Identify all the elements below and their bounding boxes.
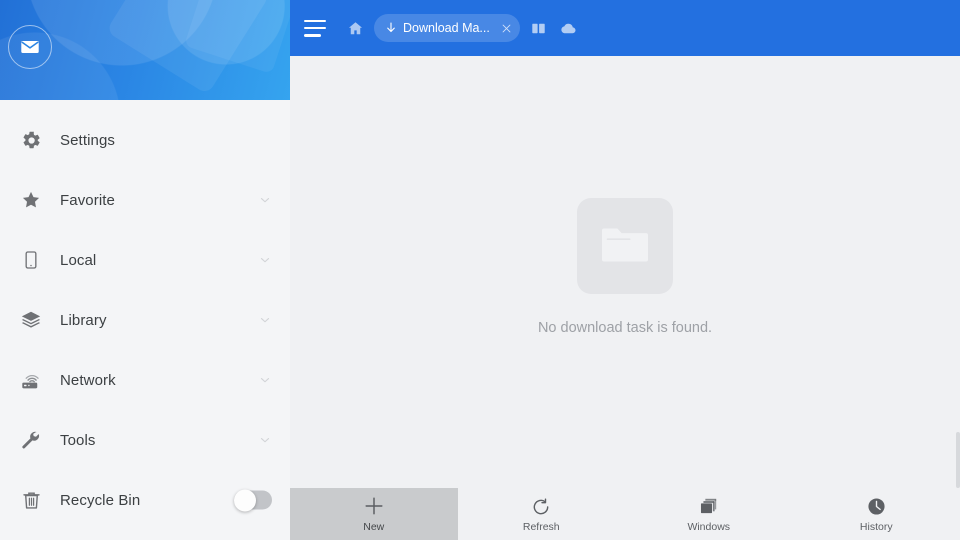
home-icon[interactable]: [342, 15, 368, 41]
sidebar-item-favorite[interactable]: Favorite: [0, 170, 290, 230]
sidebar-item-library[interactable]: Library: [0, 290, 290, 350]
top-toolbar: Download Ma...: [290, 0, 960, 56]
plus-icon: [363, 495, 385, 517]
router-icon: [17, 366, 45, 394]
new-button[interactable]: New: [290, 488, 458, 540]
toggle-knob: [234, 489, 256, 511]
empty-state-icon-box: [577, 198, 673, 294]
button-label: Windows: [687, 521, 731, 533]
history-button[interactable]: History: [793, 488, 960, 540]
sidebar-item-label: Favorite: [60, 191, 115, 209]
chevron-down-icon[interactable]: [258, 193, 272, 207]
sidebar-item-tools[interactable]: Tools: [0, 410, 290, 470]
hamburger-menu-icon[interactable]: [304, 19, 326, 37]
sidebar-item-label: Library: [60, 311, 107, 329]
empty-state-message: No download task is found.: [537, 320, 713, 336]
bottom-toolbar: New Refresh Windows History: [290, 488, 960, 540]
clock-icon: [866, 495, 887, 517]
sidebar-item-label: Local: [60, 251, 97, 269]
hamburger-line: [304, 26, 326, 30]
folder-icon: [602, 228, 648, 262]
sidebar-header: [0, 0, 290, 100]
chevron-down-icon[interactable]: [258, 253, 272, 267]
sidebar-item-recycle-bin[interactable]: Recycle Bin: [0, 470, 290, 530]
sidebar-item-network[interactable]: Network: [0, 350, 290, 410]
sidebar-item-label: Recycle Bin: [60, 491, 141, 509]
sidebar-item-settings[interactable]: Settings: [0, 110, 290, 170]
download-arrow-icon: [387, 22, 395, 33]
browser-tab[interactable]: Download Ma...: [374, 14, 520, 42]
recycle-bin-toggle[interactable]: [234, 489, 272, 511]
sidebar-item-label: Network: [60, 371, 116, 389]
mail-icon: [21, 41, 39, 53]
windows-split-icon[interactable]: [528, 17, 550, 39]
hamburger-line: [304, 19, 326, 22]
windows-icon: [698, 495, 719, 517]
hamburger-line: [304, 34, 321, 37]
main-content: No download task is found.: [290, 56, 960, 488]
phone-icon: [17, 246, 45, 274]
wrench-icon: [17, 426, 45, 454]
chevron-down-icon[interactable]: [258, 313, 272, 327]
close-icon[interactable]: [498, 19, 516, 37]
sidebar-item-local[interactable]: Local: [0, 230, 290, 290]
sidebar: Settings Favorite Local Library Network …: [0, 0, 290, 540]
avatar[interactable]: [8, 25, 52, 69]
button-label: History: [859, 521, 893, 533]
sidebar-nav-list: Settings Favorite Local Library Network …: [0, 100, 290, 530]
trash-icon: [17, 486, 45, 514]
sidebar-item-label: Tools: [60, 431, 96, 449]
refresh-button[interactable]: Refresh: [458, 488, 626, 540]
chevron-down-icon[interactable]: [258, 373, 272, 387]
star-icon: [17, 186, 45, 214]
windows-button[interactable]: Windows: [625, 488, 793, 540]
scrollbar[interactable]: [956, 432, 960, 488]
chevron-down-icon[interactable]: [258, 433, 272, 447]
button-label: Refresh: [522, 521, 560, 533]
layers-icon: [17, 306, 45, 334]
refresh-icon: [531, 495, 551, 517]
app-root: Settings Favorite Local Library Network …: [0, 0, 960, 540]
cloud-icon[interactable]: [558, 17, 580, 39]
tab-title: Download Ma...: [403, 21, 490, 35]
sidebar-item-label: Settings: [60, 131, 115, 149]
button-label: New: [363, 521, 385, 533]
gear-icon: [17, 126, 45, 154]
